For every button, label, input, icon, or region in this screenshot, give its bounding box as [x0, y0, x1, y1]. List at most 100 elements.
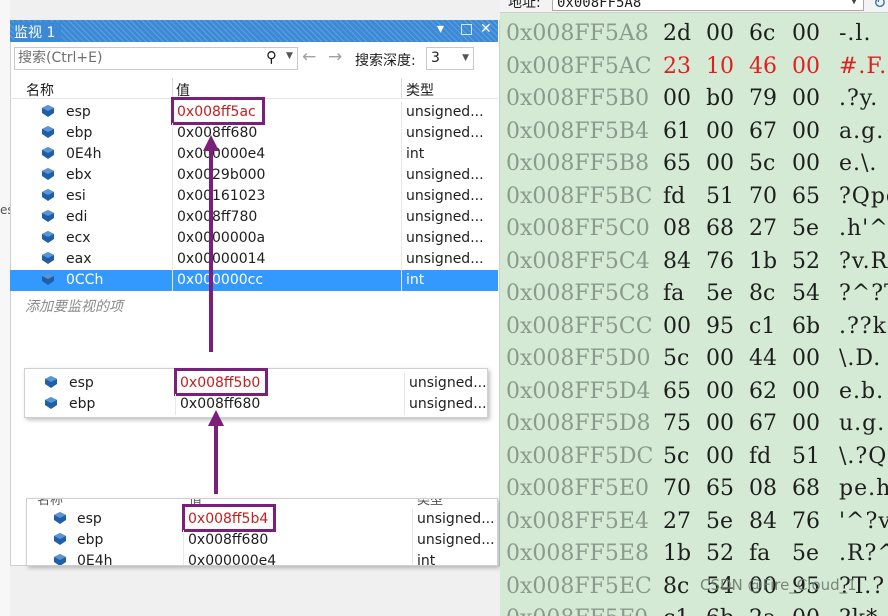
memory-byte[interactable]: 00	[792, 408, 835, 441]
memory-bytes[interactable]: 65 00 62 00	[663, 376, 839, 409]
watch-row[interactable]: eax 0x00000014 unsigned...	[10, 249, 498, 270]
memory-bytes[interactable]: 00 95 c1 6b	[663, 311, 839, 344]
memory-byte[interactable]: 76	[706, 246, 749, 279]
watch-row[interactable]: esp 0x008ff5b0 unsigned...	[25, 368, 487, 396]
memory-byte[interactable]: 75	[663, 408, 706, 441]
watch-row-value[interactable]: 0x000000e4	[177, 146, 265, 162]
memory-byte[interactable]: 65	[792, 181, 835, 214]
chevron-down-icon[interactable]: ▼	[286, 51, 293, 61]
refresh-icon[interactable]: ↻	[873, 0, 886, 12]
memory-row[interactable]: 0x008FF5B0 00 b0 79 00 .?y.	[500, 83, 888, 116]
memory-byte[interactable]: 00	[792, 376, 835, 409]
memory-byte[interactable]: c1	[663, 603, 706, 616]
memory-byte[interactable]: 65	[663, 148, 706, 181]
watch-row[interactable]: ebp 0x008ff680 unsigned...	[27, 530, 497, 551]
memory-row[interactable]: 0x008FF5CC 00 95 c1 6b .??k	[500, 311, 888, 344]
memory-row[interactable]: 0x008FF5D4 65 00 62 00 e.b.	[500, 376, 888, 409]
memory-byte[interactable]: 5c	[663, 343, 706, 376]
watch-row-value[interactable]: 0x00000014	[177, 251, 265, 267]
watch-row[interactable]: esp 0x008ff5b4 unsigned...	[27, 504, 497, 532]
memory-byte[interactable]: 6c	[749, 18, 792, 51]
memory-byte[interactable]: 23	[663, 51, 706, 84]
memory-byte[interactable]: 00	[792, 51, 835, 84]
arrow-left-icon[interactable]: ←	[302, 47, 316, 67]
memory-byte[interactable]: 00	[792, 83, 835, 116]
memory-byte[interactable]: 76	[792, 506, 835, 539]
memory-bytes[interactable]: 70 65 08 68	[663, 473, 839, 506]
memory-byte[interactable]: 6b	[792, 311, 835, 344]
memory-row[interactable]: 0x008FF5AC 23 10 46 00 #.F.	[500, 51, 888, 84]
memory-byte[interactable]: 84	[749, 506, 792, 539]
watch-row-value[interactable]: 0x0029b000	[177, 167, 265, 183]
memory-byte[interactable]: 00	[706, 441, 749, 474]
memory-byte[interactable]: 65	[663, 376, 706, 409]
watch-title-bar[interactable]: 监视 1 ▾ □ ✕	[10, 20, 498, 42]
memory-byte[interactable]: 08	[663, 213, 706, 246]
memory-bytes[interactable]: 1b 52 fa 5e	[663, 538, 839, 571]
memory-byte[interactable]: 8c	[749, 278, 792, 311]
watch-row[interactable]: 0CCh 0x000000cc int	[10, 270, 498, 291]
memory-row[interactable]: 0x008FF5C8 fa5e8c54?^?T	[500, 278, 888, 311]
search-depth-select[interactable]: 3 ▼	[426, 47, 474, 70]
memory-byte[interactable]: 95	[706, 311, 749, 344]
window-menu-button[interactable]: ▾	[437, 21, 444, 37]
search-input[interactable]: 搜索(Ctrl+E)	[14, 47, 298, 70]
column-divider[interactable]	[401, 78, 402, 98]
memory-byte[interactable]: 00	[792, 116, 835, 149]
watch-row-value[interactable]: 0x0000000a	[177, 230, 265, 246]
memory-byte[interactable]: 51	[706, 181, 749, 214]
memory-row[interactable]: 0x008FF5C0 08 68 27 5e .h'^	[500, 213, 888, 246]
memory-byte[interactable]: 00	[792, 343, 835, 376]
memory-byte[interactable]: 2d	[663, 18, 706, 51]
memory-byte[interactable]: 68	[706, 213, 749, 246]
memory-bytes[interactable]: c16b2a00	[663, 603, 839, 616]
memory-row[interactable]: 0x008FF5D8 75 00 67 00 u.g.	[500, 408, 888, 441]
watch-row[interactable]: esi 0x00161023 unsigned...	[10, 186, 498, 207]
chevron-down-icon[interactable]: ▼	[851, 0, 857, 10]
memory-byte[interactable]: 27	[749, 213, 792, 246]
memory-byte[interactable]: 84	[663, 246, 706, 279]
memory-byte[interactable]: 00	[792, 18, 835, 51]
memory-byte[interactable]: 00	[706, 18, 749, 51]
close-button[interactable]: ✕	[480, 21, 492, 37]
memory-byte[interactable]: b0	[706, 83, 749, 116]
memory-bytes[interactable]: 23 10 46 00	[663, 51, 839, 84]
watch-row-value[interactable]: 0x000000cc	[177, 272, 263, 288]
memory-bytes[interactable]: 2d 00 6c 00	[663, 18, 839, 51]
memory-byte[interactable]: 00	[706, 116, 749, 149]
memory-byte[interactable]: fa	[663, 278, 706, 311]
memory-row[interactable]: 0x008FF5F0c16b2a00?k*.	[500, 603, 888, 616]
memory-bytes[interactable]: fd 51 70 65	[663, 181, 839, 214]
memory-bytes[interactable]: 75 00 67 00	[663, 408, 839, 441]
watch-row-value[interactable]: 0x008ff780	[177, 209, 257, 225]
memory-bytes[interactable]: 84 76 1b 52	[663, 246, 839, 279]
memory-byte[interactable]: 5c	[663, 441, 706, 474]
memory-byte[interactable]: 27	[663, 506, 706, 539]
memory-byte[interactable]: 00	[706, 376, 749, 409]
memory-row[interactable]: 0x008FF5C4 84 76 1b 52 ?v.R	[500, 246, 888, 279]
watch-row[interactable]: 0E4h 0x000000e4 int	[27, 551, 497, 565]
memory-byte[interactable]: c1	[749, 311, 792, 344]
watch-row[interactable]: ebp 0x008ff680 unsigned...	[25, 394, 487, 415]
add-watch-hint[interactable]: 添加要监视的项	[25, 296, 123, 316]
watch-row-value[interactable]: 0x00161023	[177, 188, 265, 204]
memory-byte[interactable]: 1b	[663, 538, 706, 571]
column-divider[interactable]	[172, 78, 173, 98]
memory-byte[interactable]: 2a	[749, 603, 792, 616]
memory-byte[interactable]: 67	[749, 116, 792, 149]
memory-bytes[interactable]: 08 68 27 5e	[663, 213, 839, 246]
memory-byte[interactable]: 00	[706, 148, 749, 181]
memory-row[interactable]: 0x008FF5E8 1b 52 fa 5e .R?^	[500, 538, 888, 571]
memory-byte[interactable]: 79	[749, 83, 792, 116]
memory-byte[interactable]: 44	[749, 343, 792, 376]
memory-bytes[interactable]: 65 00 5c 00	[663, 148, 839, 181]
arrow-right-icon[interactable]: →	[328, 47, 342, 67]
memory-bytes[interactable]: 5c 00 fd 51	[663, 441, 839, 474]
memory-byte[interactable]: 46	[749, 51, 792, 84]
memory-byte[interactable]: 70	[749, 181, 792, 214]
memory-byte[interactable]: 51	[792, 441, 835, 474]
address-input[interactable]: 0x008FF5A8 ▼	[552, 0, 864, 11]
memory-byte[interactable]: 00	[663, 83, 706, 116]
column-type[interactable]: 类型	[406, 80, 434, 100]
column-name[interactable]: 名称	[26, 80, 54, 100]
